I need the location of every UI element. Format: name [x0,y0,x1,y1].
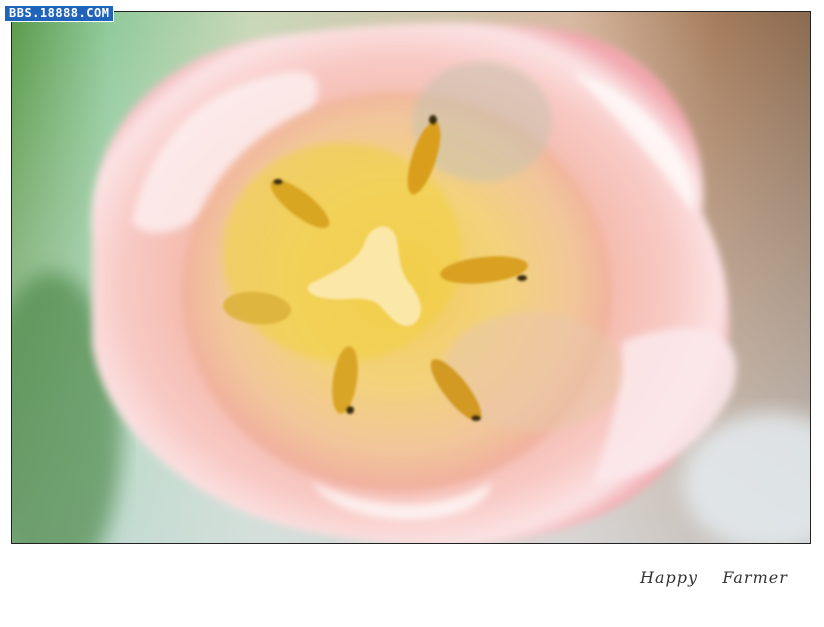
tulip-illustration [12,12,810,543]
tulip-macro-photo [11,11,811,544]
site-watermark: BBS.18888.COM [4,5,115,22]
photo-frame: BBS.18888.COM Happy Farmer [0,0,824,627]
signature-text: Happy Farmer [640,568,788,587]
